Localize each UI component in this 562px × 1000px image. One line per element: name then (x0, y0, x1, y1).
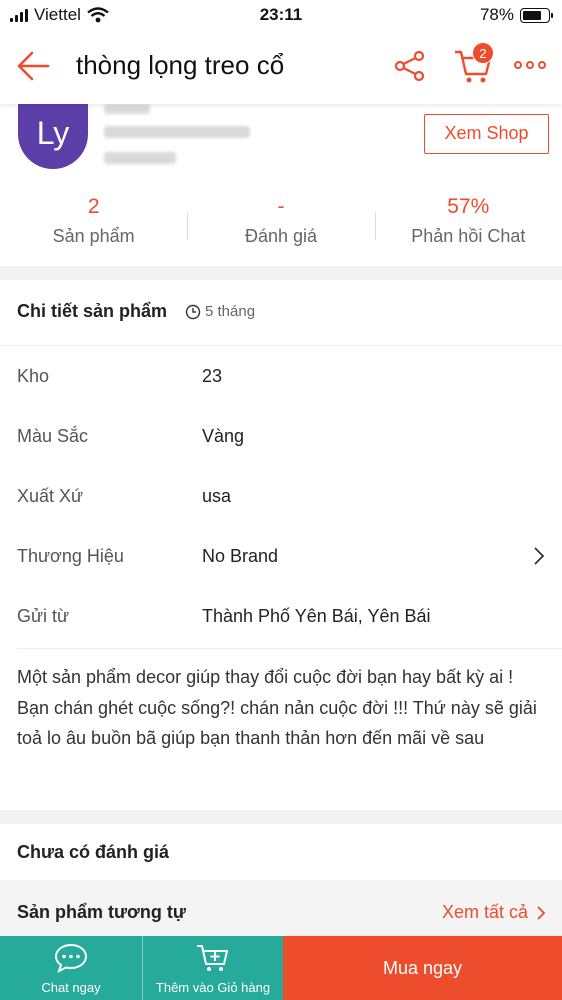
battery-fill (523, 10, 541, 20)
stat-label: Phản hồi Chat (411, 226, 526, 246)
detail-key: Màu Sắc (17, 426, 89, 446)
share-icon[interactable] (392, 48, 428, 84)
chevron-right-icon (537, 905, 546, 920)
shop-avatar[interactable]: Ly (18, 104, 88, 169)
clock-icon (185, 304, 201, 319)
add-to-cart-label: Thêm vào Giỏ hàng (155, 980, 271, 995)
shop-info: Ly Xem Shop 2 Sản phẩm - Đánh giá 57% Ph… (0, 104, 562, 266)
listing-age: 5 tháng (185, 303, 255, 320)
details-heading: Chi tiết sản phẩm (17, 301, 168, 321)
detail-value: No Brand (202, 546, 279, 566)
top-nav-bar: thòng lọng treo cổ 2 (0, 30, 562, 104)
see-all-link[interactable]: Xem tất cả (442, 902, 546, 923)
stat-rating[interactable]: - Đánh giá (187, 194, 374, 256)
detail-value: usa (202, 486, 232, 506)
shop-stats: 2 Sản phẩm - Đánh giá 57% Phản hồi Chat (0, 194, 562, 256)
detail-row-brand[interactable]: Thương Hiệu No Brand (0, 527, 562, 587)
stat-chat-response[interactable]: 57% Phản hồi Chat (374, 194, 562, 256)
similar-heading: Sản phẩm tương tự (17, 902, 186, 922)
back-arrow-icon[interactable] (16, 48, 52, 84)
similar-products-section: Sản phẩm tương tự Xem tất cả (0, 880, 562, 936)
battery-icon (520, 7, 553, 23)
product-description: Một sản phẩm decor giúp thay đổi cuộc đờ… (17, 667, 537, 748)
detail-key: Gửi từ (17, 606, 70, 626)
add-to-cart-icon (197, 945, 228, 971)
detail-row-stock: Kho 23 (0, 347, 562, 407)
view-shop-button[interactable]: Xem Shop (424, 114, 549, 154)
stat-label: Sản phẩm (52, 226, 135, 246)
bottom-action-bar: Chat ngay Thêm vào Giỏ hàng Mua ngay (0, 936, 562, 1000)
listing-age-text: 5 tháng (205, 303, 256, 320)
clock-time: 23:11 (259, 5, 303, 24)
description-divider (17, 648, 562, 649)
status-right: 78% (479, 5, 553, 25)
reviews-heading: Chưa có đánh giá (17, 842, 170, 862)
stat-label: Đánh giá (244, 226, 318, 246)
section-divider (0, 810, 562, 824)
chat-bubble-icon (54, 943, 88, 973)
add-to-cart-button[interactable]: Thêm vào Giỏ hàng (142, 936, 283, 1000)
shop-online-blurred (104, 126, 250, 138)
detail-key: Kho (17, 366, 50, 386)
battery-percent: 78% (479, 5, 514, 24)
shop-location-blurred (104, 152, 176, 164)
chat-now-label: Chat ngay (41, 980, 101, 995)
stat-value: - (277, 195, 285, 218)
see-all-label: Xem tất cả (441, 902, 528, 922)
detail-row-ships-from: Gửi từ Thành Phố Yên Bái, Yên Bái (0, 587, 562, 647)
stat-products[interactable]: 2 Sản phẩm (0, 194, 187, 256)
status-bar: Viettel 23:11 78% (0, 0, 562, 30)
shop-name-blurred (104, 104, 150, 114)
detail-key: Xuất Xứ (17, 486, 84, 506)
product-details-header: Chi tiết sản phẩm 5 tháng (0, 280, 562, 346)
page-title: thòng lọng treo cổ (76, 50, 285, 80)
section-divider (0, 266, 562, 280)
stat-value: 2 (87, 195, 100, 218)
reviews-section: Chưa có đánh giá (0, 824, 562, 880)
detail-row-color: Màu Sắc Vàng (0, 407, 562, 467)
buy-now-button[interactable]: Mua ngay (283, 936, 562, 1000)
chevron-right-icon (534, 547, 545, 565)
stat-value: 57% (447, 195, 490, 218)
detail-value: 23 (202, 366, 223, 386)
detail-value: Vàng (202, 426, 245, 446)
more-options-icon[interactable] (512, 50, 548, 80)
detail-row-origin: Xuất Xứ usa (0, 467, 562, 527)
detail-value: Thành Phố Yên Bái, Yên Bái (202, 606, 431, 626)
cart-count-badge: 2 (472, 42, 494, 64)
chat-now-button[interactable]: Chat ngay (0, 936, 142, 1000)
detail-key: Thương Hiệu (17, 546, 124, 566)
